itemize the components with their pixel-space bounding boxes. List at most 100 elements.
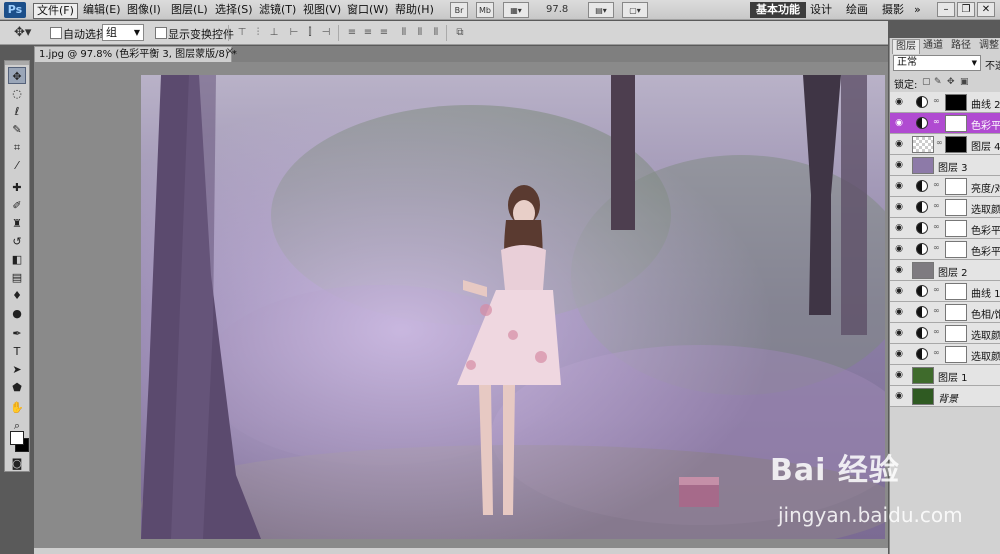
menu-image[interactable]: 图像(I) [124, 3, 164, 17]
link-icon[interactable]: ∞ [933, 222, 940, 231]
workspace-essentials[interactable]: 基本功能 [750, 2, 806, 18]
clone-stamp-tool-icon[interactable]: ♜ [8, 215, 26, 232]
restore-icon[interactable]: ❐ [957, 2, 975, 17]
lock-position-icon[interactable]: ✥ [947, 77, 955, 87]
auto-select-checkbox[interactable] [50, 27, 62, 39]
eyedropper-tool-icon[interactable]: ⁄ [8, 157, 26, 174]
layer-row[interactable]: ◉ ∞ 色彩平 [890, 218, 1000, 239]
layer-mask-thumbnail[interactable] [945, 241, 967, 258]
move-tool-icon[interactable]: ✥ [8, 67, 26, 84]
eye-icon[interactable]: ◉ [893, 117, 905, 129]
layer-row[interactable]: ◉ ∞ 曲线 2 [890, 92, 1000, 113]
layer-row[interactable]: ◉ ∞ 曲线 1 [890, 281, 1000, 302]
layer-row-selected[interactable]: ◉ ∞ 色彩平 [890, 113, 1000, 134]
layer-row[interactable]: ◉ 背景 [890, 386, 1000, 407]
workspace-design[interactable]: 设计 [804, 2, 838, 18]
tab-layers[interactable]: 图层 [892, 39, 920, 54]
panel-grip[interactable] [5, 61, 29, 65]
hand-tool-icon[interactable]: ✋ [8, 399, 26, 416]
eye-icon[interactable]: ◉ [893, 348, 905, 360]
screen-mode-icon[interactable]: ▢▾ [622, 2, 648, 18]
link-icon[interactable]: ∞ [933, 348, 940, 357]
eye-icon[interactable]: ◉ [893, 138, 905, 150]
eye-icon[interactable]: ◉ [893, 369, 905, 381]
auto-select-dropdown[interactable]: 组 ▼ [102, 24, 144, 41]
distribute-left-icon[interactable]: ⦀ [398, 27, 410, 39]
pen-tool-icon[interactable]: ✒ [8, 325, 26, 342]
healing-brush-tool-icon[interactable]: ✚ [8, 179, 26, 196]
layer-thumbnail[interactable] [912, 262, 934, 279]
layer-row[interactable]: ◉ ∞ 图层 4 [890, 134, 1000, 155]
distribute-hcenter-icon[interactable]: ⦀ [414, 27, 426, 39]
dodge-tool-icon[interactable]: ● [8, 305, 26, 322]
link-icon[interactable]: ∞ [933, 327, 940, 336]
more-workspaces-icon[interactable]: » [908, 2, 927, 18]
layer-thumbnail[interactable] [912, 157, 934, 174]
layer-row[interactable]: ◉ 图层 2 [890, 260, 1000, 281]
workspace-painting[interactable]: 绘画 [840, 2, 874, 18]
eye-icon[interactable]: ◉ [893, 180, 905, 192]
distribute-top-icon[interactable]: ≡ [346, 27, 358, 39]
align-vcenter-icon[interactable]: ⫶ [252, 27, 264, 39]
minimize-icon[interactable]: – [937, 2, 955, 17]
tab-adjustments[interactable]: 调整 [976, 39, 1000, 53]
link-icon[interactable]: ∞ [933, 117, 940, 126]
eraser-tool-icon[interactable]: ◧ [8, 251, 26, 268]
tab-channels[interactable]: 通道 [920, 39, 946, 53]
distribute-bottom-icon[interactable]: ≡ [378, 27, 390, 39]
distribute-right-icon[interactable]: ⦀ [430, 27, 442, 39]
mini-bridge-button[interactable]: Mb [476, 2, 494, 18]
layer-row[interactable]: ◉ ∞ 色彩平 [890, 239, 1000, 260]
eye-icon[interactable]: ◉ [893, 306, 905, 318]
eye-icon[interactable]: ◉ [893, 327, 905, 339]
layer-mask-thumbnail[interactable] [945, 325, 967, 342]
eye-icon[interactable]: ◉ [893, 390, 905, 402]
layer-row[interactable]: ◉ ∞ 选取颜 [890, 197, 1000, 218]
path-selection-tool-icon[interactable]: ➤ [8, 361, 26, 378]
menu-help[interactable]: 帮助(H) [392, 3, 437, 17]
link-icon[interactable]: ∞ [933, 96, 940, 105]
lasso-tool-icon[interactable]: ℓ [8, 103, 26, 120]
layer-row[interactable]: ◉ ∞ 选取颜 [890, 344, 1000, 365]
align-right-icon[interactable]: ⊣ [320, 27, 332, 39]
link-icon[interactable]: ∞ [933, 306, 940, 315]
bridge-button[interactable]: Br [450, 2, 468, 18]
link-icon[interactable]: ∞ [933, 180, 940, 189]
eye-icon[interactable]: ◉ [893, 96, 905, 108]
menu-filter[interactable]: 滤镜(T) [256, 3, 299, 17]
layer-mask-thumbnail[interactable] [945, 115, 967, 132]
tab-paths[interactable]: 路径 [948, 39, 974, 53]
eye-icon[interactable]: ◉ [893, 159, 905, 171]
arrange-documents-icon[interactable]: ▤▾ [588, 2, 614, 18]
menu-layer[interactable]: 图层(L) [168, 3, 211, 17]
link-icon[interactable]: ∞ [936, 138, 943, 147]
close-document-icon[interactable]: × [224, 46, 236, 57]
workspace-photography[interactable]: 摄影 [876, 2, 910, 18]
menu-window[interactable]: 窗口(W) [344, 3, 391, 17]
shape-tool-icon[interactable]: ⬟ [8, 379, 26, 396]
layer-row[interactable]: ◉ 图层 3 [890, 155, 1000, 176]
align-left-icon[interactable]: ⊢ [288, 27, 300, 39]
move-tool-preset-icon[interactable]: ✥▾ [14, 25, 31, 40]
layer-mask-thumbnail[interactable] [945, 178, 967, 195]
link-icon[interactable]: ∞ [933, 201, 940, 210]
layer-mask-thumbnail[interactable] [945, 346, 967, 363]
layer-row[interactable]: ◉ ∞ 选取颜 [890, 323, 1000, 344]
close-icon[interactable]: ✕ [977, 2, 995, 17]
layer-mask-thumbnail[interactable] [945, 199, 967, 216]
lock-pixels-icon[interactable]: ✎ [934, 77, 942, 87]
layer-row[interactable]: ◉ 图层 1 [890, 365, 1000, 386]
align-hcenter-icon[interactable]: ⫿ [304, 27, 316, 39]
layer-mask-thumbnail[interactable] [945, 283, 967, 300]
layer-thumbnail[interactable] [912, 367, 934, 384]
link-icon[interactable]: ∞ [933, 243, 940, 252]
eye-icon[interactable]: ◉ [893, 222, 905, 234]
layer-thumbnail[interactable] [912, 136, 934, 153]
link-icon[interactable]: ∞ [933, 285, 940, 294]
blend-mode-dropdown[interactable]: 正常 ▼ [893, 55, 981, 71]
eye-icon[interactable]: ◉ [893, 201, 905, 213]
layer-mask-thumbnail[interactable] [945, 304, 967, 321]
foreground-color-swatch[interactable] [10, 431, 24, 445]
menu-edit[interactable]: 编辑(E) [80, 3, 124, 17]
lock-transparency-icon[interactable]: ▢ [922, 77, 931, 87]
